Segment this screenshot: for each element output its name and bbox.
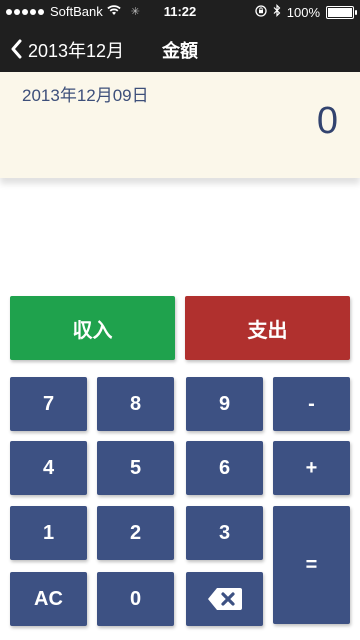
amount-value: 0 xyxy=(316,100,338,142)
key-minus[interactable]: - xyxy=(273,377,350,431)
status-right: 100% xyxy=(255,4,357,20)
battery-percent: 100% xyxy=(286,4,320,20)
key-2[interactable]: 2 xyxy=(97,506,174,560)
status-bar: SoftBank ✳ 11:22 100% xyxy=(0,0,360,24)
key-6[interactable]: 6 xyxy=(186,441,263,495)
page-title: 金額 xyxy=(162,41,198,61)
key-0[interactable]: 0 xyxy=(97,572,174,626)
key-5[interactable]: 5 xyxy=(97,441,174,495)
entry-date[interactable]: 2013年12月09日 xyxy=(22,81,149,106)
chevron-left-icon xyxy=(10,35,22,66)
key-clear[interactable]: AC xyxy=(10,572,87,626)
income-button[interactable]: 収入 xyxy=(10,296,175,360)
battery-icon xyxy=(326,5,357,19)
key-equals[interactable]: = xyxy=(273,506,350,624)
back-label: 2013年12月 xyxy=(28,41,125,61)
backspace-button[interactable] xyxy=(186,572,263,626)
orientation-lock-icon xyxy=(255,4,267,20)
key-9[interactable]: 9 xyxy=(186,377,263,431)
key-3[interactable]: 3 xyxy=(186,506,263,560)
battery-fill xyxy=(328,7,352,17)
back-button[interactable]: 2013年12月 xyxy=(10,28,124,72)
top-bar: SoftBank ✳ 11:22 100% 2013年12月 金額 xyxy=(0,0,360,72)
backspace-icon xyxy=(207,587,243,611)
key-4[interactable]: 4 xyxy=(10,441,87,495)
amount-display: 2013年12月09日 0 xyxy=(0,72,360,178)
key-plus[interactable]: + xyxy=(273,441,350,495)
nav-bar: 2013年12月 金額 xyxy=(0,28,360,72)
key-7[interactable]: 7 xyxy=(10,377,87,431)
expense-button[interactable]: 支出 xyxy=(185,296,350,360)
key-1[interactable]: 1 xyxy=(10,506,87,560)
bluetooth-icon xyxy=(273,4,281,20)
key-8[interactable]: 8 xyxy=(97,377,174,431)
